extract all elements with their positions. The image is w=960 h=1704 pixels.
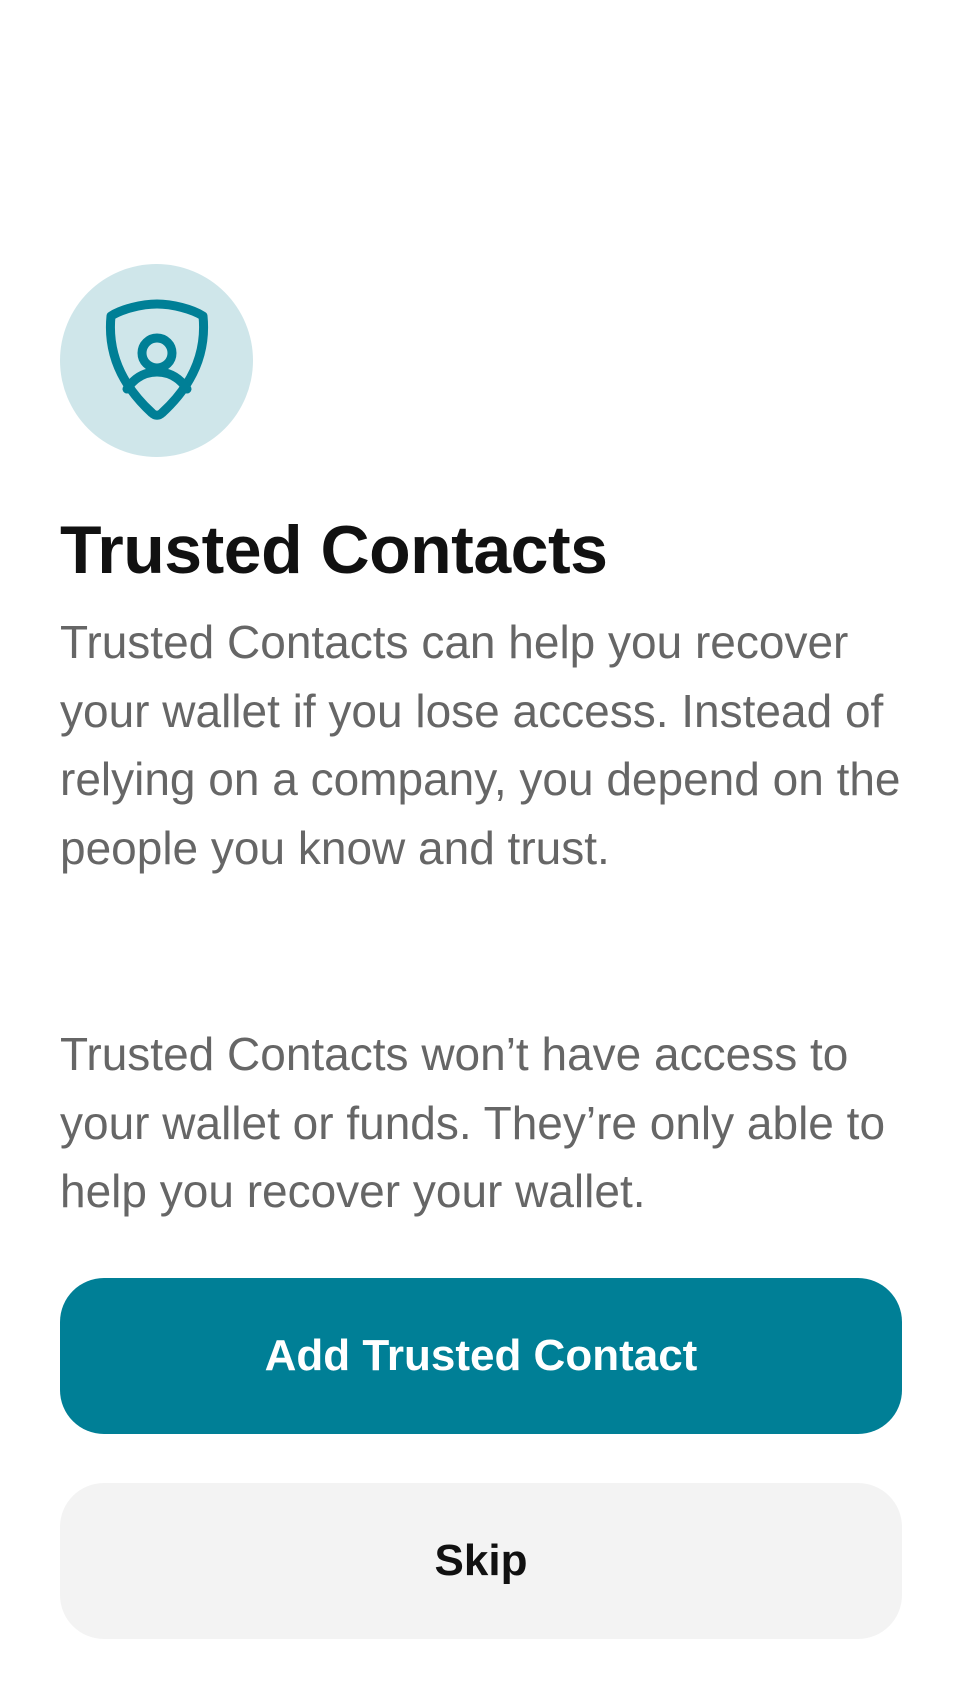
- shield-person-badge: [60, 264, 253, 457]
- skip-button[interactable]: Skip: [60, 1483, 902, 1639]
- description-paragraph-2: Trusted Contacts won’t have access to yo…: [60, 1028, 886, 1217]
- skip-label: Skip: [434, 1536, 528, 1585]
- description-paragraph-1: Trusted Contacts can help you recover yo…: [60, 616, 901, 874]
- shield-person-icon: [105, 299, 208, 420]
- add-trusted-contact-button[interactable]: Add Trusted Contact: [60, 1278, 902, 1434]
- page-title: Trusted Contacts: [60, 512, 608, 588]
- trusted-contacts-screen: Trusted Contacts Trusted Contacts can he…: [0, 0, 960, 1704]
- add-trusted-contact-label: Add Trusted Contact: [264, 1331, 698, 1380]
